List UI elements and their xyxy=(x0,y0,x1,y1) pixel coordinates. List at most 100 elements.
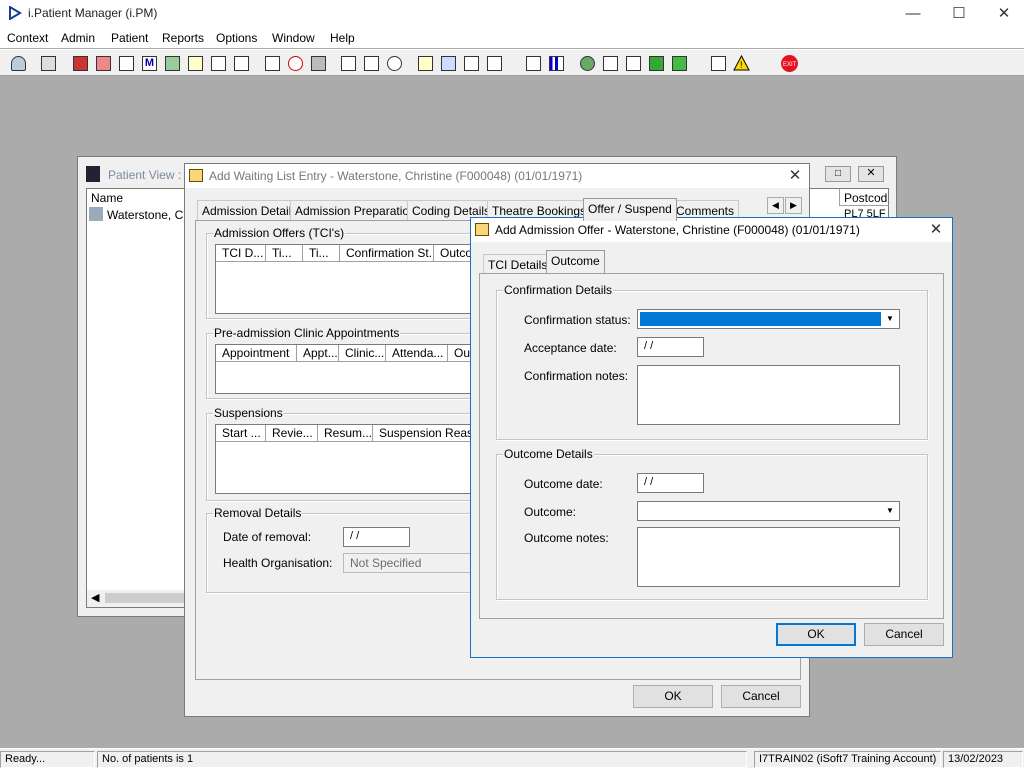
bed-icon[interactable] xyxy=(208,53,229,74)
confirmation-notes-textarea[interactable] xyxy=(637,365,900,425)
column-resume[interactable]: Resum... xyxy=(318,425,373,442)
tab-scroll-right-icon[interactable]: ▶ xyxy=(785,197,802,214)
exit-icon[interactable]: EXIT xyxy=(779,53,800,74)
page-icon[interactable] xyxy=(523,53,544,74)
tab-outcome[interactable]: Outcome xyxy=(546,250,605,273)
confirmation-details-label: Confirmation Details xyxy=(503,283,614,297)
green-arrow-icon[interactable] xyxy=(646,53,667,74)
dialog-icon xyxy=(189,169,203,182)
column-clinic[interactable]: Clinic... xyxy=(339,345,386,362)
maximize-button[interactable]: ☐ xyxy=(936,0,982,28)
monitor-icon[interactable] xyxy=(308,53,329,74)
column-review[interactable]: Revie... xyxy=(266,425,318,442)
globe-icon[interactable] xyxy=(577,53,598,74)
confirmation-status-label: Confirmation status: xyxy=(524,313,631,327)
scroll-left-icon[interactable]: ◀ xyxy=(91,591,99,604)
column-appt[interactable]: Appt... xyxy=(297,345,339,362)
status-account: I7TRAIN02 (iSoft7 Training Account) xyxy=(754,751,941,768)
ambulance-icon[interactable] xyxy=(231,53,252,74)
transport-icon[interactable] xyxy=(461,53,482,74)
admission-offer-cancel-button[interactable]: Cancel xyxy=(864,623,944,646)
menu-admin[interactable]: Admin xyxy=(61,31,95,45)
health-organisation-field[interactable]: Not Specified xyxy=(343,553,483,573)
column-confirmation-status[interactable]: Confirmation St... xyxy=(340,245,434,262)
search-document-icon[interactable] xyxy=(262,53,283,74)
schedule-icon[interactable] xyxy=(361,53,382,74)
column-appointment[interactable]: Appointment xyxy=(216,345,297,362)
tab-scroll-left-icon[interactable]: ◀ xyxy=(767,197,784,214)
waiting-list-icon[interactable] xyxy=(438,53,459,74)
bar-chart-icon[interactable] xyxy=(546,53,567,74)
acceptance-date-label: Acceptance date: xyxy=(524,341,617,355)
warning-icon[interactable]: ! xyxy=(731,53,752,74)
approve-icon[interactable] xyxy=(623,53,644,74)
outcome-notes-textarea[interactable] xyxy=(637,527,900,587)
selection-highlight xyxy=(640,312,881,326)
edit-book-icon[interactable] xyxy=(93,53,114,74)
suspensions-label: Suspensions xyxy=(213,406,284,420)
column-time-2[interactable]: Ti... xyxy=(303,245,340,262)
waiting-list-ok-button[interactable]: OK xyxy=(633,685,713,708)
waiting-list-cancel-button[interactable]: Cancel xyxy=(721,685,801,708)
transfer-arrows-icon[interactable] xyxy=(708,53,729,74)
clock-icon[interactable] xyxy=(285,53,306,74)
waiting-list-title-bar: Add Waiting List Entry - Waterstone, Chr… xyxy=(185,164,809,188)
dialog-icon xyxy=(475,223,489,236)
horizontal-scrollbar[interactable]: ◀ xyxy=(87,590,187,607)
clinic-icon[interactable] xyxy=(338,53,359,74)
outcome-notes-label: Outcome notes: xyxy=(524,531,609,545)
column-time-1[interactable]: Ti... xyxy=(266,245,303,262)
person-icon[interactable] xyxy=(162,53,183,74)
chevron-down-icon[interactable]: ▼ xyxy=(882,503,898,519)
check-form-icon[interactable] xyxy=(600,53,621,74)
admission-offer-dialog: Add Admission Offer - Waterstone, Christ… xyxy=(470,217,953,658)
admission-offer-ok-button[interactable]: OK xyxy=(776,623,856,646)
menu-patient[interactable]: Patient xyxy=(111,31,148,45)
tab-tci-details[interactable]: TCI Details xyxy=(483,254,553,274)
admission-offer-close-icon[interactable]: ✕ xyxy=(926,220,946,240)
column-tci-date[interactable]: TCI D... xyxy=(216,245,266,262)
form-icon[interactable] xyxy=(185,53,206,74)
column-attendance[interactable]: Attenda... xyxy=(386,345,448,362)
referral-icon[interactable] xyxy=(484,53,505,74)
patient-icon[interactable] xyxy=(8,53,29,74)
chevron-down-icon[interactable]: ▼ xyxy=(882,311,898,327)
preadmission-label: Pre-admission Clinic Appointments xyxy=(213,326,401,340)
menu-options[interactable]: Options xyxy=(216,31,257,45)
waiting-list-close-icon[interactable]: ✕ xyxy=(785,166,805,186)
book-icon[interactable] xyxy=(70,53,91,74)
minimize-button[interactable]: — xyxy=(890,0,936,28)
m-letter-icon[interactable]: M xyxy=(139,53,160,74)
column-start[interactable]: Start ... xyxy=(216,425,266,442)
patient-view-title: Patient View : xyxy=(108,168,182,182)
outcome-panel: Confirmation Details Confirmation status… xyxy=(479,273,944,619)
menu-window[interactable]: Window xyxy=(272,31,315,45)
acceptance-date-field[interactable]: / / xyxy=(637,337,704,357)
menu-context[interactable]: Context xyxy=(7,31,48,45)
outcome-date-field[interactable]: / / xyxy=(637,473,704,493)
app-title-bar: i.Patient Manager (i.PM) — ☐ ✕ xyxy=(0,0,1024,28)
outcome-details-group: Outcome Details Outcome date: / / Outcom… xyxy=(496,447,928,600)
restore-icon[interactable]: □ xyxy=(825,166,851,182)
menu-help[interactable]: Help xyxy=(330,31,355,45)
document-list-icon[interactable] xyxy=(116,53,137,74)
printer-icon[interactable] xyxy=(38,53,59,74)
close-button[interactable]: ✕ xyxy=(981,0,1024,28)
notes-icon[interactable] xyxy=(415,53,436,74)
close-icon[interactable]: ✕ xyxy=(858,166,884,182)
column-postcode[interactable]: Postcod xyxy=(839,189,889,206)
admission-offer-tabs: TCI Details Outcome xyxy=(483,250,783,274)
patient-row-icon xyxy=(89,207,103,221)
column-name[interactable]: Name xyxy=(87,189,187,206)
svg-text:EXIT: EXIT xyxy=(783,62,797,68)
tab-offer-suspend[interactable]: Offer / Suspend xyxy=(583,198,677,221)
timer-icon[interactable] xyxy=(384,53,405,74)
green-check-icon[interactable] xyxy=(669,53,690,74)
menu-reports[interactable]: Reports xyxy=(162,31,204,45)
date-of-removal-label: Date of removal: xyxy=(223,530,312,544)
tab-admission-details[interactable]: Admission Details xyxy=(197,200,303,220)
tab-admission-preparation[interactable]: Admission Preparation xyxy=(290,200,421,220)
date-of-removal-field[interactable]: / / xyxy=(343,527,410,547)
confirmation-status-select[interactable]: ▼ xyxy=(637,309,900,329)
outcome-select[interactable]: ▼ xyxy=(637,501,900,521)
